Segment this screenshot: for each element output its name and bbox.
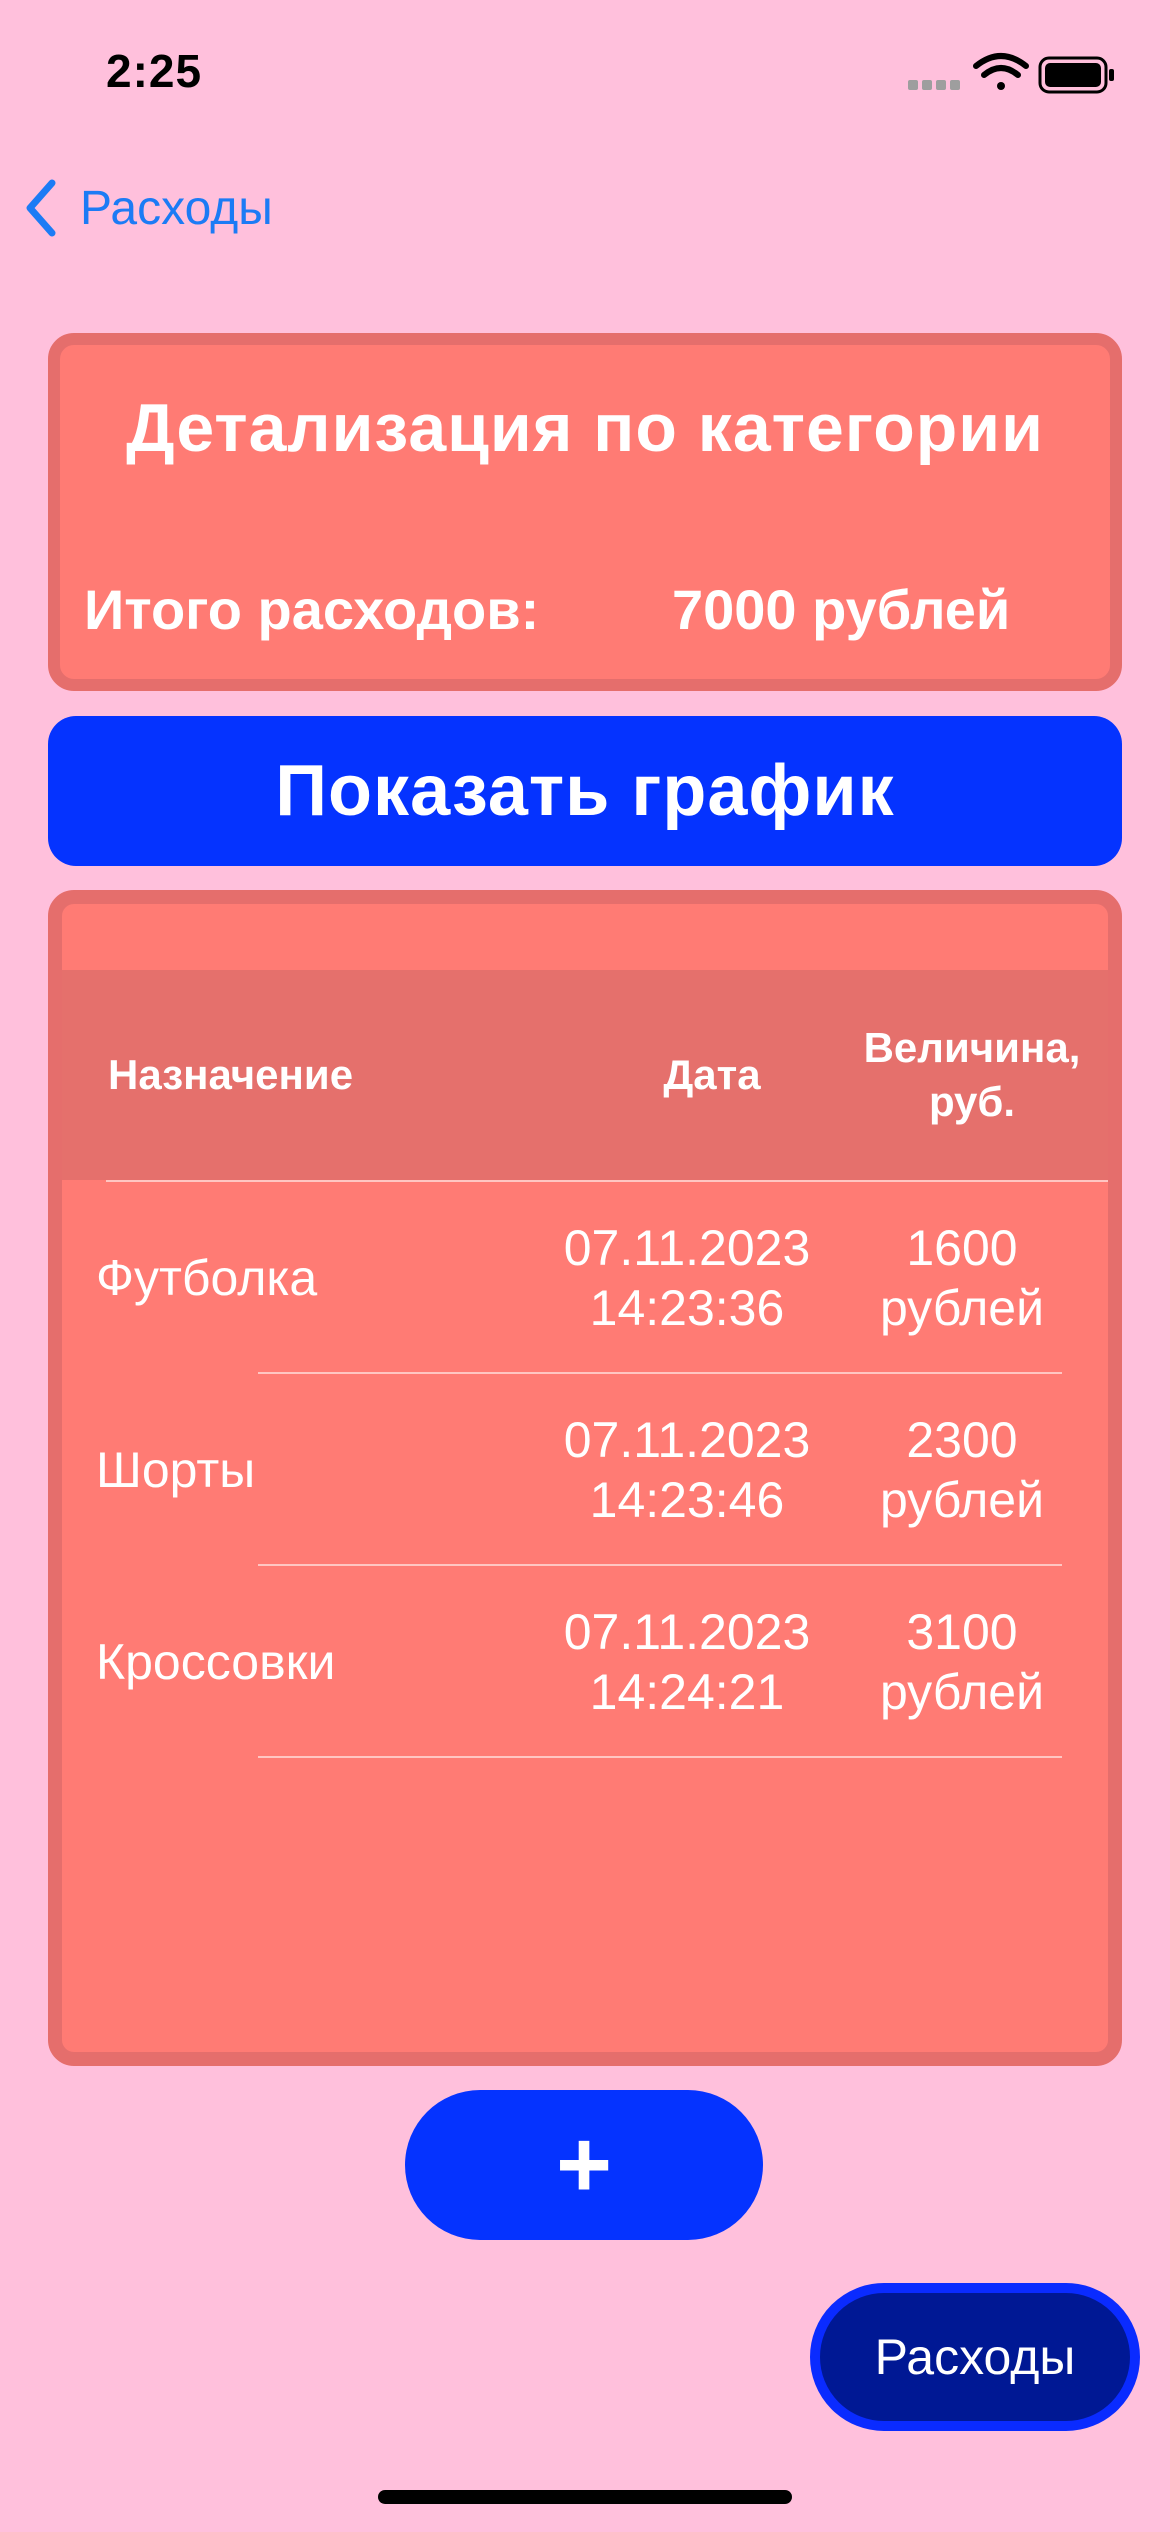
expenses-table[interactable]: Назначение Дата Величина, руб. Футболка … [48, 890, 1122, 2066]
status-icons [908, 53, 1114, 94]
row-datetime: 07.11.2023 14:24:21 [522, 1566, 852, 1758]
row-date: 07.11.2023 [563, 1412, 811, 1468]
table-row[interactable]: Кроссовки 07.11.2023 14:24:21 3100 рубле… [62, 1566, 1108, 1758]
total-value: 7000 рублей [672, 578, 1011, 641]
row-amount-value: 2300 [906, 1412, 1018, 1468]
total-label: Итого расходов: [84, 578, 540, 641]
row-time: 14:24:21 [589, 1664, 785, 1720]
plus-icon: + [555, 2111, 613, 2218]
column-header-purpose: Назначение [108, 1051, 354, 1098]
row-amount-value: 3100 [906, 1604, 1018, 1660]
wifi-icon [973, 53, 1029, 90]
column-header-amount-line2: руб. [928, 1078, 1016, 1125]
show-chart-button[interactable]: Показать график [48, 716, 1122, 866]
row-purpose: Кроссовки [96, 1634, 336, 1690]
row-amount: 2300 рублей [852, 1374, 1072, 1566]
row-datetime: 07.11.2023 14:23:36 [522, 1182, 852, 1374]
summary-card: Детализация по категории Итого расходов:… [48, 333, 1122, 691]
home-indicator [378, 2490, 792, 2504]
row-amount-unit: рублей [879, 1664, 1045, 1720]
row-amount-value: 1600 [906, 1220, 1018, 1276]
row-amount: 1600 рублей [852, 1182, 1072, 1374]
back-label: Расходы [80, 181, 273, 235]
back-button[interactable]: Расходы [24, 170, 273, 246]
row-divider [258, 1756, 1062, 1758]
row-date: 07.11.2023 [563, 1220, 811, 1276]
row-datetime: 07.11.2023 14:23:46 [522, 1374, 852, 1566]
signal-icon [908, 80, 960, 90]
row-date: 07.11.2023 [563, 1604, 811, 1660]
row-amount: 3100 рублей [852, 1566, 1072, 1758]
expenses-button[interactable]: Расходы [810, 2283, 1140, 2431]
row-purpose: Футболка [96, 1250, 318, 1306]
column-header-date: Дата [663, 1051, 761, 1098]
column-header-amount-line1: Величина, [863, 1024, 1081, 1071]
column-header-amount: Величина, руб. [822, 970, 1108, 1180]
status-time: 2:25 [106, 45, 203, 97]
row-amount-unit: рублей [879, 1472, 1045, 1528]
chevron-left-icon [26, 179, 56, 237]
row-purpose: Шорты [96, 1442, 256, 1498]
table-row[interactable]: Футболка 07.11.2023 14:23:36 1600 рублей [62, 1182, 1108, 1374]
table-header: Назначение Дата Величина, руб. [62, 970, 1108, 1180]
row-time: 14:23:46 [589, 1472, 785, 1528]
add-expense-button[interactable]: + [405, 2090, 763, 2240]
row-amount-unit: рублей [879, 1280, 1045, 1336]
table-row[interactable]: Шорты 07.11.2023 14:23:46 2300 рублей [62, 1374, 1108, 1566]
battery-icon [1038, 56, 1114, 94]
page-title: Детализация по категории [126, 390, 1044, 466]
row-time: 14:23:36 [589, 1280, 785, 1336]
